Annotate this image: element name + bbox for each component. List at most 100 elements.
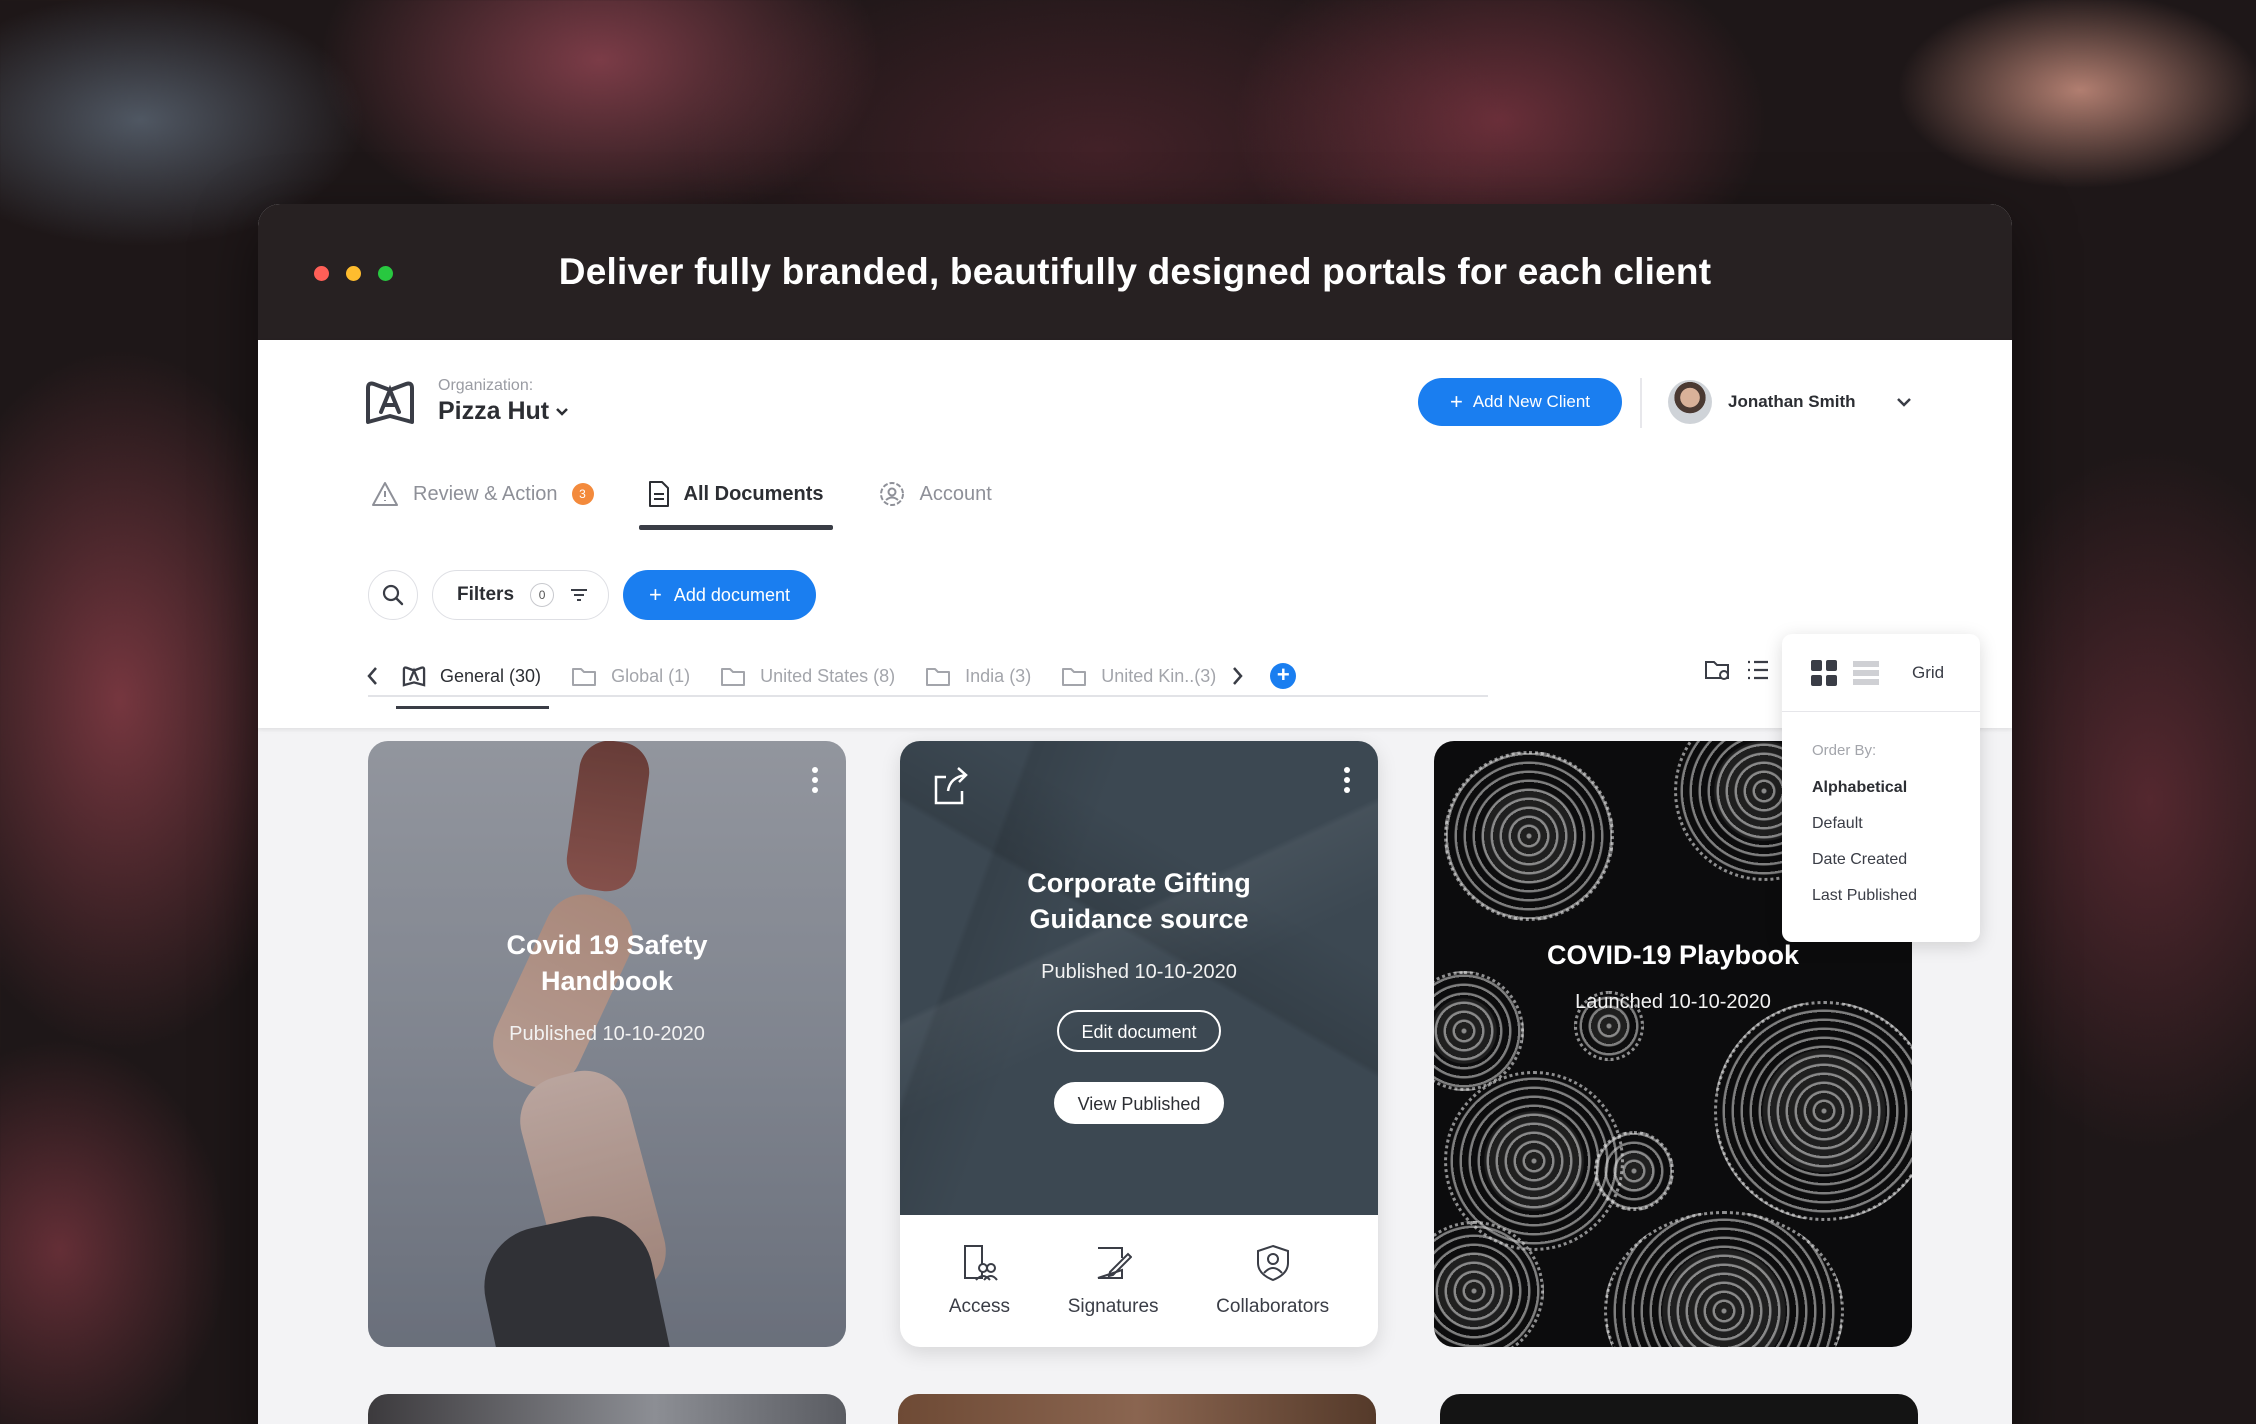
order-option-alphabetical[interactable]: Alphabetical <box>1812 779 1980 797</box>
organization-label: Organization: <box>438 377 534 394</box>
access-button[interactable]: Access <box>949 1244 1010 1318</box>
folder-label: Global (1) <box>611 665 691 686</box>
card-date: Published 10-10-2020 <box>1041 961 1237 983</box>
folder-label: United States (8) <box>760 665 896 686</box>
order-option-date-created[interactable]: Date Created <box>1812 851 1980 869</box>
filters-count: 0 <box>530 583 555 607</box>
order-by-label: Order By: <box>1812 742 1877 759</box>
document-icon <box>648 481 669 507</box>
view-controls <box>1704 658 1770 682</box>
document-card-peek[interactable] <box>898 1394 1376 1424</box>
grid-view-icon[interactable] <box>1810 659 1838 687</box>
filters-button[interactable]: Filters 0 <box>432 570 610 620</box>
banner-title: Deliver fully branded, beautifully desig… <box>558 251 1712 292</box>
window-titlebar: Deliver fully branded, beautifully desig… <box>258 204 2012 340</box>
folder-settings-icon[interactable] <box>1704 658 1732 682</box>
access-icon <box>964 1245 999 1281</box>
more-options-icon[interactable] <box>1344 767 1350 793</box>
tab-account[interactable]: Account <box>875 470 995 518</box>
card-info: Corporate Gifting Guidance source Publis… <box>900 865 1378 1124</box>
signatures-button[interactable]: Signatures <box>1068 1244 1159 1318</box>
document-card[interactable]: Covid 19 Safety Handbook Published 10-10… <box>368 741 846 1347</box>
folder-india[interactable]: India (3) <box>925 665 1031 687</box>
search-button[interactable] <box>368 570 418 620</box>
card-title: Covid 19 Safety Handbook <box>506 930 708 996</box>
warning-icon <box>372 482 398 506</box>
add-new-client-label: Add New Client <box>1472 392 1591 411</box>
folder-united-states[interactable]: United States (8) <box>720 665 895 687</box>
folder-icon <box>926 668 951 686</box>
minimize-window-button[interactable] <box>346 266 361 281</box>
folder-united-kingdom[interactable]: United Kin..(3) <box>1061 665 1216 687</box>
folder-label: General (30) <box>440 665 542 686</box>
chevron-down-icon <box>556 407 569 416</box>
card-info: Covid 19 Safety Handbook Published 10-10… <box>368 927 846 1046</box>
folder-bar: General (30) Global (1) United States (8… <box>366 656 1297 709</box>
header-divider <box>1640 378 1642 428</box>
access-label: Access <box>948 1296 1011 1317</box>
search-icon <box>382 584 404 606</box>
tab-all-documents[interactable]: All Documents <box>638 470 833 530</box>
folder-global[interactable]: Global (1) <box>571 665 690 687</box>
organization-name: Pizza Hut <box>438 397 550 425</box>
plus-icon: + <box>1276 662 1290 687</box>
brand-logo-icon <box>366 381 414 424</box>
add-new-client-button[interactable]: + Add New Client <box>1418 378 1622 426</box>
maximize-window-button[interactable] <box>378 266 393 281</box>
app-window: Deliver fully branded, beautifully desig… <box>258 204 2012 1424</box>
add-folder-button[interactable]: + <box>1270 662 1297 689</box>
collaborators-label: Collaborators <box>1216 1296 1330 1317</box>
account-gear-icon <box>879 482 904 506</box>
card-date: Published 10-10-2020 <box>509 1023 705 1045</box>
card-title: Corporate Gifting Guidance source <box>1027 868 1251 934</box>
chevron-down-icon <box>1896 398 1911 407</box>
folder-general[interactable]: General (30) <box>395 665 550 709</box>
tab-label: Review & Action <box>413 482 558 505</box>
signature-icon <box>1097 1247 1133 1279</box>
brand-book-icon <box>402 666 426 687</box>
collaborators-button[interactable]: Collaborators <box>1216 1244 1329 1318</box>
filter-lines-icon <box>571 589 588 601</box>
folder-divider <box>368 695 1488 697</box>
chevron-right-icon[interactable] <box>1230 666 1244 686</box>
card-actions: Access Signatures Collaborators <box>900 1215 1378 1347</box>
document-toolbar: Filters 0 + Add document <box>368 570 816 620</box>
card-image <box>1444 751 1614 921</box>
list-view-icon[interactable] <box>1746 659 1770 681</box>
order-option-last-published[interactable]: Last Published <box>1812 887 1980 905</box>
folder-icon <box>721 668 746 686</box>
document-card-peek[interactable] <box>368 1394 846 1424</box>
add-document-button[interactable]: + Add document <box>623 570 816 620</box>
folder-icon <box>1062 668 1087 686</box>
plus-icon: + <box>1449 389 1463 414</box>
edit-document-button[interactable]: Edit document <box>1057 1010 1221 1052</box>
tab-review-action[interactable]: Review & Action 3 <box>368 470 597 518</box>
view-options-dropdown: Grid Order By: Alphabetical Default Date… <box>1782 634 1980 942</box>
card-info: COVID-19 Playbook Launched 10-10-2020 <box>1434 937 1912 1014</box>
document-card[interactable]: Corporate Gifting Guidance source Publis… <box>900 741 1378 1347</box>
folder-label: India (3) <box>965 665 1032 686</box>
share-icon[interactable] <box>932 765 970 805</box>
add-document-label: Add document <box>673 584 790 605</box>
folder-icon <box>572 668 597 686</box>
card-date: Launched 10-10-2020 <box>1575 991 1771 1013</box>
order-option-default[interactable]: Default <box>1812 815 1980 833</box>
organization-selector[interactable]: Organization: Pizza Hut <box>364 377 569 426</box>
filters-label: Filters <box>457 584 515 605</box>
view-published-button[interactable]: View Published <box>1053 1082 1225 1124</box>
list-layout-icon[interactable] <box>1852 660 1880 686</box>
tab-label: Account <box>919 482 992 505</box>
more-options-icon[interactable] <box>812 767 818 793</box>
chevron-left-icon[interactable] <box>366 666 380 686</box>
notification-badge: 3 <box>571 483 594 505</box>
tab-label: All Documents <box>683 482 824 505</box>
card-image: Corporate Gifting Guidance source Publis… <box>900 741 1378 1215</box>
signatures-label: Signatures <box>1067 1296 1159 1317</box>
plus-icon: + <box>649 582 662 607</box>
collaborators-shield-icon <box>1256 1244 1289 1282</box>
main-tabs: Review & Action 3 All Documents Account <box>368 470 1043 530</box>
card-title: COVID-19 Playbook <box>1546 940 1800 970</box>
close-window-button[interactable] <box>314 266 329 281</box>
user-menu[interactable]: Jonathan Smith <box>1668 380 1912 424</box>
document-card-peek[interactable] <box>1440 1394 1918 1424</box>
